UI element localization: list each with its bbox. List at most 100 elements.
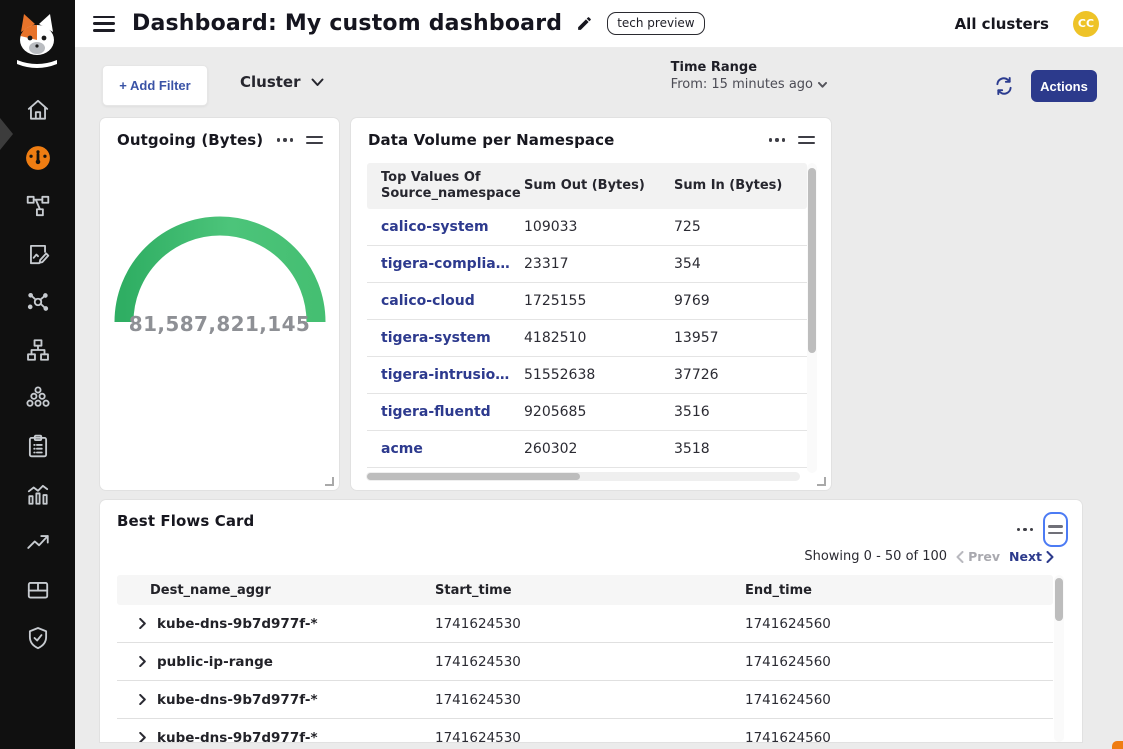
chat-widget[interactable] bbox=[1112, 741, 1123, 749]
add-filter-button[interactable]: + Add Filter bbox=[102, 65, 208, 106]
outgoing-bytes-card: Outgoing (Bytes) 81,587,821,145 bbox=[100, 118, 339, 490]
drag-handle-icon[interactable] bbox=[798, 133, 815, 148]
gauge-arc bbox=[110, 196, 330, 326]
sidebar-item-flow-visualizations[interactable] bbox=[0, 278, 75, 326]
sidebar-item-service-graph[interactable] bbox=[0, 182, 75, 230]
sidebar-item-dashboards[interactable] bbox=[0, 134, 75, 182]
ellipsis-menu-icon[interactable] bbox=[1017, 524, 1033, 535]
start-time: 1741624530 bbox=[435, 654, 745, 670]
row-expand-chevron-icon[interactable] bbox=[137, 732, 148, 742]
pagination: Showing 0 - 50 of 100 Prev Next bbox=[804, 549, 1054, 564]
sum-in-value: 37726 bbox=[660, 367, 807, 383]
service-graph-icon bbox=[25, 193, 51, 219]
ellipsis-menu-icon[interactable] bbox=[769, 134, 785, 145]
showing-label: Showing 0 - 50 of 100 bbox=[804, 549, 947, 564]
bar-chart-icon bbox=[25, 481, 51, 507]
best-flows-card: Best Flows Card Showing 0 - 50 of 100 Pr… bbox=[100, 500, 1082, 742]
end-time: 1741624560 bbox=[745, 616, 1053, 632]
gauge-value: 81,587,821,145 bbox=[100, 312, 339, 336]
resize-handle[interactable] bbox=[325, 477, 334, 486]
drag-handle-icon-focused[interactable] bbox=[1043, 512, 1068, 547]
card-title: Data Volume per Namespace bbox=[368, 131, 614, 149]
namespace-link[interactable]: calico-system bbox=[367, 219, 510, 235]
best-flows-table: Dest_name_aggr Start_time End_time kube-… bbox=[117, 575, 1053, 742]
namespace-link[interactable]: tigera-compliance bbox=[367, 256, 510, 272]
chevron-left-icon bbox=[956, 551, 964, 563]
package-box-icon bbox=[25, 577, 51, 603]
end-time: 1741624560 bbox=[745, 654, 1053, 670]
sidebar-item-policies[interactable] bbox=[0, 230, 75, 278]
cluster-dropdown-label: Cluster bbox=[240, 73, 301, 91]
actions-button[interactable]: Actions bbox=[1031, 70, 1097, 102]
sidebar-item-compliance[interactable] bbox=[0, 422, 75, 470]
sidebar-item-home[interactable] bbox=[0, 86, 75, 134]
time-range: Time Range From: 15 minutes ago bbox=[671, 60, 827, 92]
start-time: 1741624530 bbox=[435, 616, 745, 632]
sum-out-value: 109033 bbox=[510, 219, 660, 235]
policy-edit-icon bbox=[25, 241, 51, 267]
namespace-link[interactable]: acme bbox=[367, 441, 510, 457]
sum-in-value: 13957 bbox=[660, 330, 807, 346]
prev-button[interactable]: Prev bbox=[956, 549, 1000, 564]
drag-handle-icon[interactable] bbox=[306, 133, 323, 148]
filter-bar: + Add Filter Cluster Time Range From: 15… bbox=[75, 48, 1123, 118]
column-header[interactable]: Start_time bbox=[435, 583, 745, 598]
all-clusters-selector[interactable]: All clusters bbox=[955, 15, 1049, 33]
sidebar-nav bbox=[0, 86, 75, 662]
chevron-down-icon bbox=[311, 78, 324, 87]
next-button[interactable]: Next bbox=[1009, 549, 1054, 564]
resize-handle[interactable] bbox=[817, 477, 826, 486]
table-row: kube-dns-9b7d977f-* 1741624530 174162456… bbox=[117, 605, 1053, 643]
row-expand-chevron-icon[interactable] bbox=[137, 694, 148, 705]
calico-cat-logo[interactable] bbox=[11, 10, 63, 68]
cluster-dropdown[interactable]: Cluster bbox=[240, 73, 324, 91]
avatar[interactable]: CC bbox=[1073, 11, 1099, 37]
trend-arrow-icon bbox=[25, 529, 51, 555]
flow-viz-icon bbox=[25, 289, 51, 315]
home-icon bbox=[25, 97, 51, 123]
sidebar-item-topology[interactable] bbox=[0, 326, 75, 374]
hamburger-icon[interactable] bbox=[93, 16, 115, 32]
tech-preview-badge: tech preview bbox=[607, 12, 704, 35]
refresh-icon[interactable] bbox=[993, 75, 1015, 97]
row-expand-chevron-icon[interactable] bbox=[137, 618, 148, 629]
start-time: 1741624530 bbox=[435, 692, 745, 708]
topology-icon bbox=[25, 337, 51, 363]
column-header[interactable]: Sum Out (Bytes) bbox=[510, 172, 660, 200]
clipboard-icon bbox=[25, 433, 51, 459]
column-header[interactable]: Top Values Of Source_namespace bbox=[367, 164, 510, 209]
ellipsis-menu-icon[interactable] bbox=[277, 134, 293, 145]
sidebar-item-packages[interactable] bbox=[0, 566, 75, 614]
sidebar-item-security[interactable] bbox=[0, 614, 75, 662]
namespace-link[interactable]: calico-cloud bbox=[367, 293, 510, 309]
table-row: acme 260302 3518 bbox=[367, 431, 807, 468]
namespace-link[interactable]: tigera-system bbox=[367, 330, 510, 346]
column-header[interactable]: End_time bbox=[745, 583, 1053, 598]
sum-out-value: 1725155 bbox=[510, 293, 660, 309]
sum-out-value: 23317 bbox=[510, 256, 660, 272]
sidebar-item-statistics[interactable] bbox=[0, 470, 75, 518]
end-time: 1741624560 bbox=[745, 730, 1053, 743]
vertical-scrollbar[interactable] bbox=[1054, 575, 1064, 742]
sidebar-item-clusters[interactable] bbox=[0, 374, 75, 422]
column-header[interactable]: Dest_name_aggr bbox=[117, 583, 435, 598]
table-row: calico-cloud 1725155 9769 bbox=[367, 283, 807, 320]
namespace-link[interactable]: tigera-intrusion-d… bbox=[367, 367, 510, 383]
chevron-right-icon bbox=[1046, 551, 1054, 563]
sidebar-item-trends[interactable] bbox=[0, 518, 75, 566]
table-header-row: Dest_name_aggr Start_time End_time bbox=[117, 575, 1053, 605]
shield-check-icon bbox=[25, 625, 51, 651]
vertical-scrollbar[interactable] bbox=[807, 163, 817, 473]
dashboard-gauge-icon bbox=[25, 145, 51, 171]
table-row: public-ip-range 1741624530 1741624560 bbox=[117, 643, 1053, 681]
sum-in-value: 354 bbox=[660, 256, 807, 272]
edit-pencil-icon[interactable] bbox=[576, 15, 593, 32]
column-header[interactable]: Sum In (Bytes) bbox=[660, 172, 807, 200]
namespace-link[interactable]: tigera-fluentd bbox=[367, 404, 510, 420]
row-expand-chevron-icon[interactable] bbox=[137, 656, 148, 667]
sum-out-value: 9205685 bbox=[510, 404, 660, 420]
time-range-value[interactable]: From: 15 minutes ago bbox=[671, 77, 827, 92]
card-title: Best Flows Card bbox=[117, 512, 254, 530]
horizontal-scrollbar[interactable] bbox=[366, 472, 800, 481]
card-title: Outgoing (Bytes) bbox=[117, 131, 263, 149]
